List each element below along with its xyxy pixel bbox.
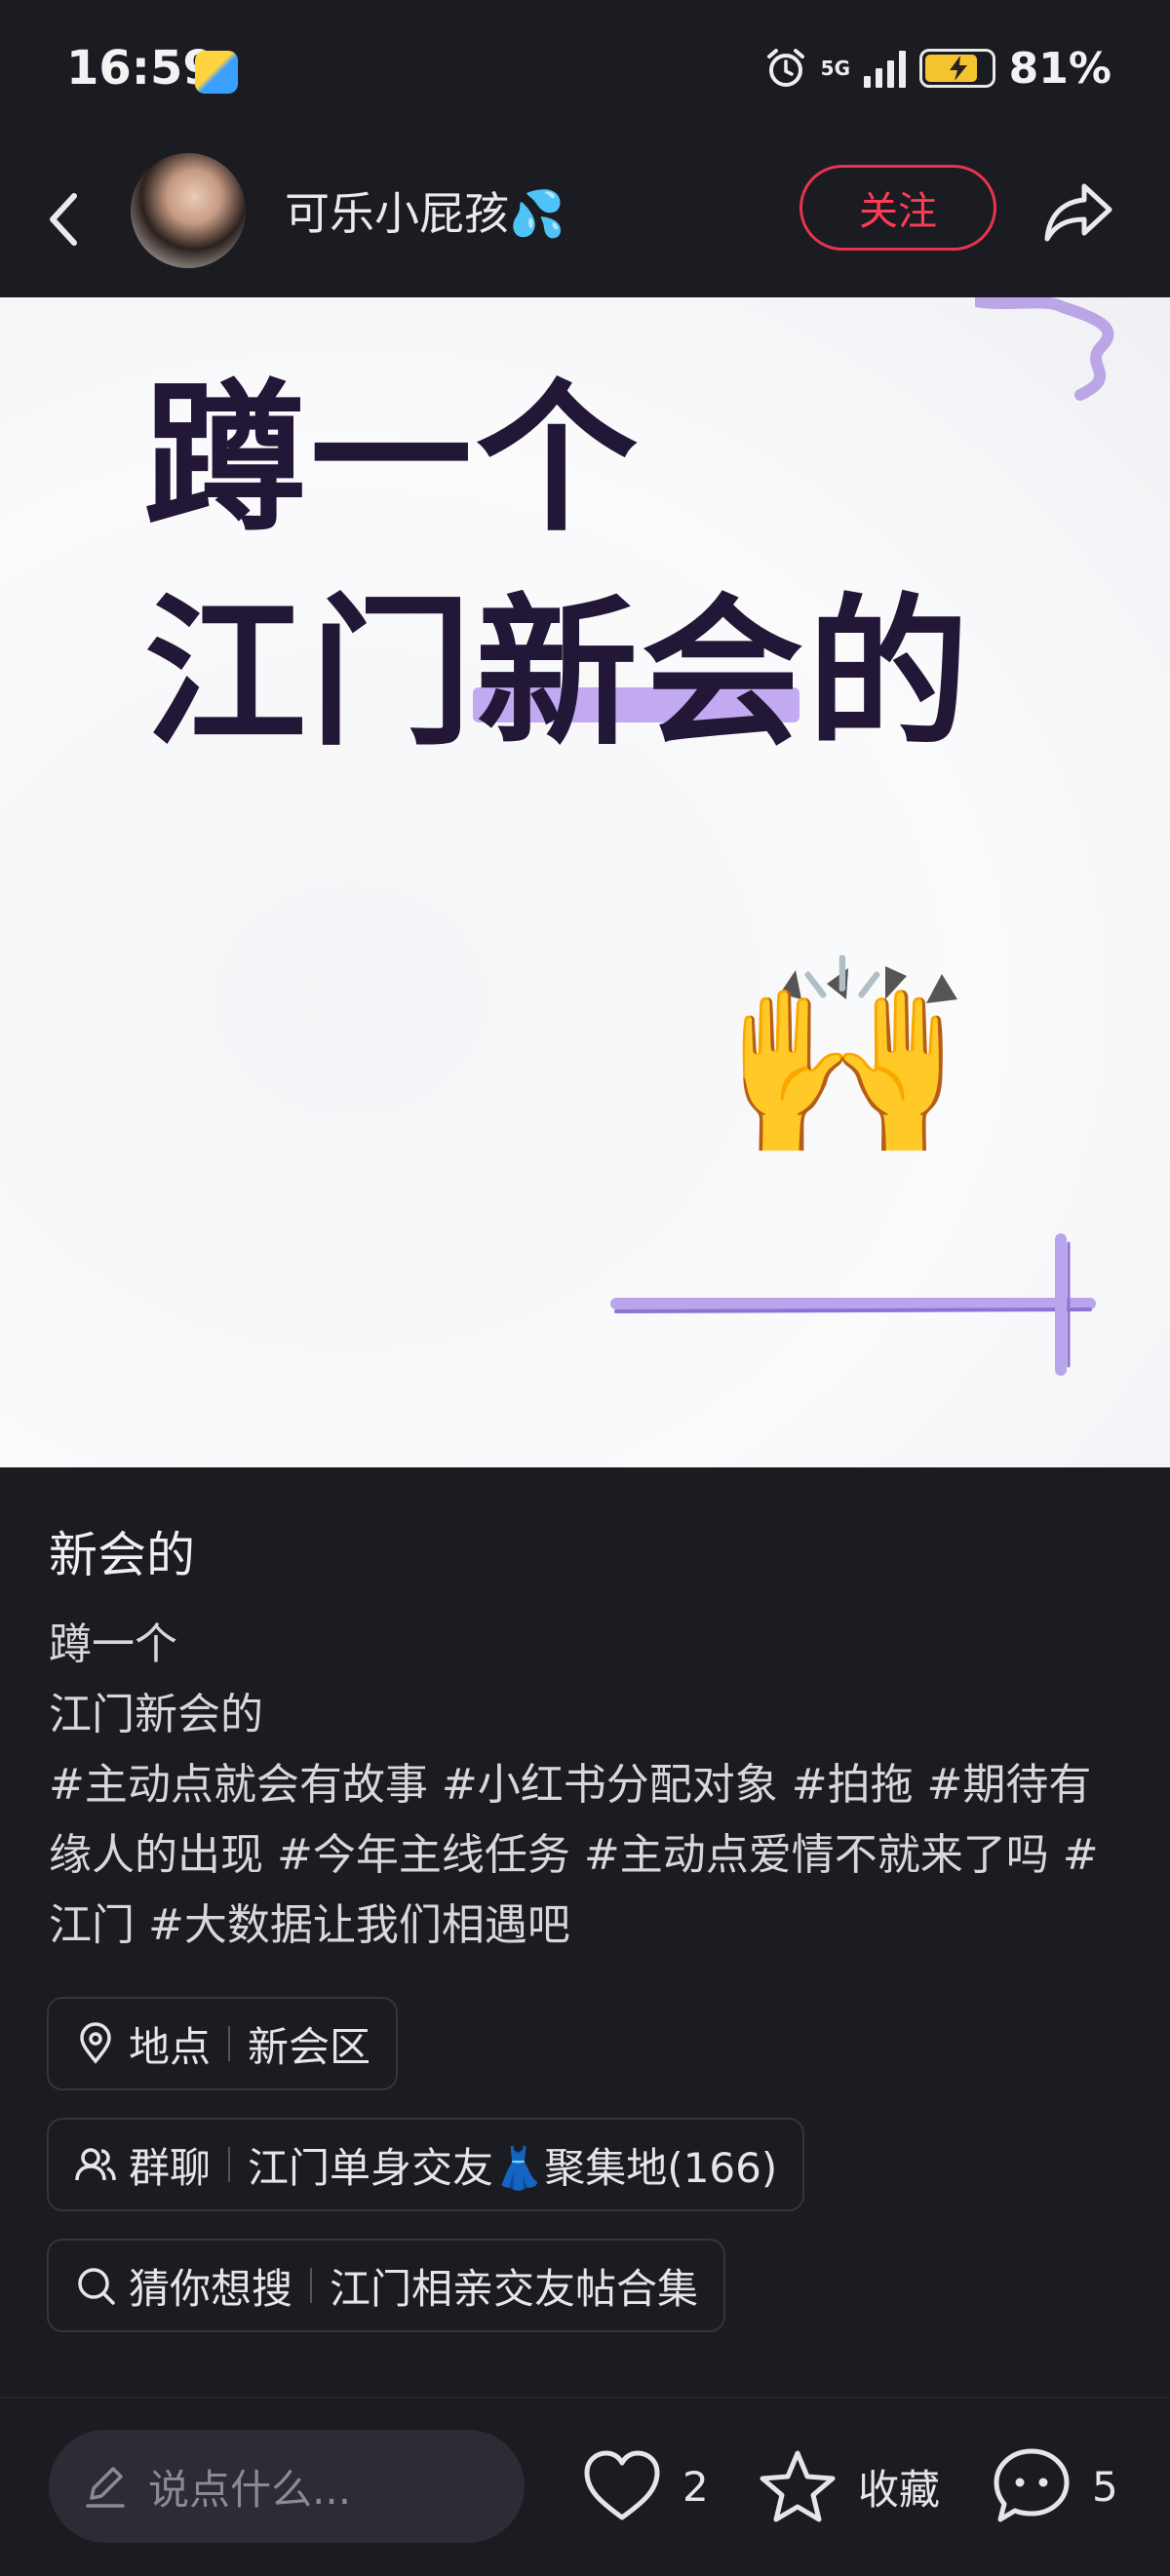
location-chip[interactable]: 地点 新会区 [47,1997,399,2090]
cover-title-line2: 江门新会的 [144,580,973,768]
decorative-bracket [610,1233,1096,1376]
author-avatar[interactable] [131,153,246,268]
share-icon[interactable] [1041,173,1117,249]
pencil-icon [86,2467,125,2508]
chip-label: 猜你想搜 [129,2264,293,2313]
chip-divider [228,2026,231,2061]
group-chat-chip[interactable]: 群聊 江门单身交友👗聚集地(166) [47,2118,805,2211]
author-name[interactable]: 可乐小屁孩💦 [285,178,565,243]
comment-input[interactable]: 说点什么... [49,2430,525,2543]
chip-value: 江门单身交友👗聚集地(166) [248,2143,778,2192]
like-button[interactable]: 2 [581,2438,709,2535]
status-bar: 16:59 5G 81% [0,0,1170,141]
status-icons: 5G 81% [764,39,1112,98]
heart-icon [584,2450,660,2520]
cover-image[interactable]: 蹲一个 江门新会的 🙌 [0,297,1170,1467]
battery-percent: 81% [1008,43,1112,94]
note-body: 蹲一个 江门新会的 #主动点就会有故事 #小红书分配对象 #拍拖 #期待有缘人的… [49,1610,1131,1961]
group-icon [75,2148,116,2181]
collect-button[interactable]: 收藏 [757,2438,940,2535]
chip-divider [228,2147,231,2182]
network-type: 5G [820,57,851,80]
raised-hands-emoji: 🙌 [722,944,965,1171]
like-count: 2 [682,2462,709,2511]
suggested-search-chip[interactable]: 猜你想搜 江门相亲交友帖合集 [47,2239,726,2332]
note-hashtags[interactable]: #主动点就会有故事 #小红书分配对象 #拍拖 #期待有缘人的出现 #今年主线任务… [49,1750,1131,1961]
chip-value: 新会区 [248,2022,371,2071]
comment-placeholder: 说点什么... [148,2465,352,2514]
decorative-swirl [975,297,1114,401]
follow-button[interactable]: 关注 [800,165,996,251]
cover-title-line1: 蹲一个 [144,366,642,554]
app-notification-icon [195,51,238,94]
collect-label: 收藏 [858,2465,941,2514]
chip-value: 江门相亲交友帖合集 [330,2264,699,2313]
chip-label: 群聊 [129,2143,212,2192]
signal-icon [863,49,906,88]
battery-charging-icon [918,49,995,88]
chip-label: 地点 [129,2022,212,2071]
alarm-icon [766,49,804,87]
location-pin-icon [80,2022,111,2064]
comment-button[interactable]: 5 [991,2438,1118,2535]
note-content: 新会的 蹲一个 江门新会的 #主动点就会有故事 #小红书分配对象 #拍拖 #期待… [49,1516,1131,1961]
back-arrow-icon[interactable] [39,180,88,258]
note-header: 可乐小屁孩💦 关注 [0,141,1170,297]
note-title: 新会的 [49,1527,195,1583]
comment-bubble-icon [994,2448,1070,2522]
note-body-line: 江门新会的 [49,1690,263,1739]
search-icon [78,2268,115,2305]
chip-divider [310,2268,313,2303]
status-time: 16:59 [66,41,215,96]
star-icon [760,2450,836,2522]
bottom-action-bar: 说点什么... 2 收藏 5 [0,2397,1170,2576]
comment-count: 5 [1092,2462,1118,2511]
note-body-line: 蹲一个 [49,1620,177,1669]
